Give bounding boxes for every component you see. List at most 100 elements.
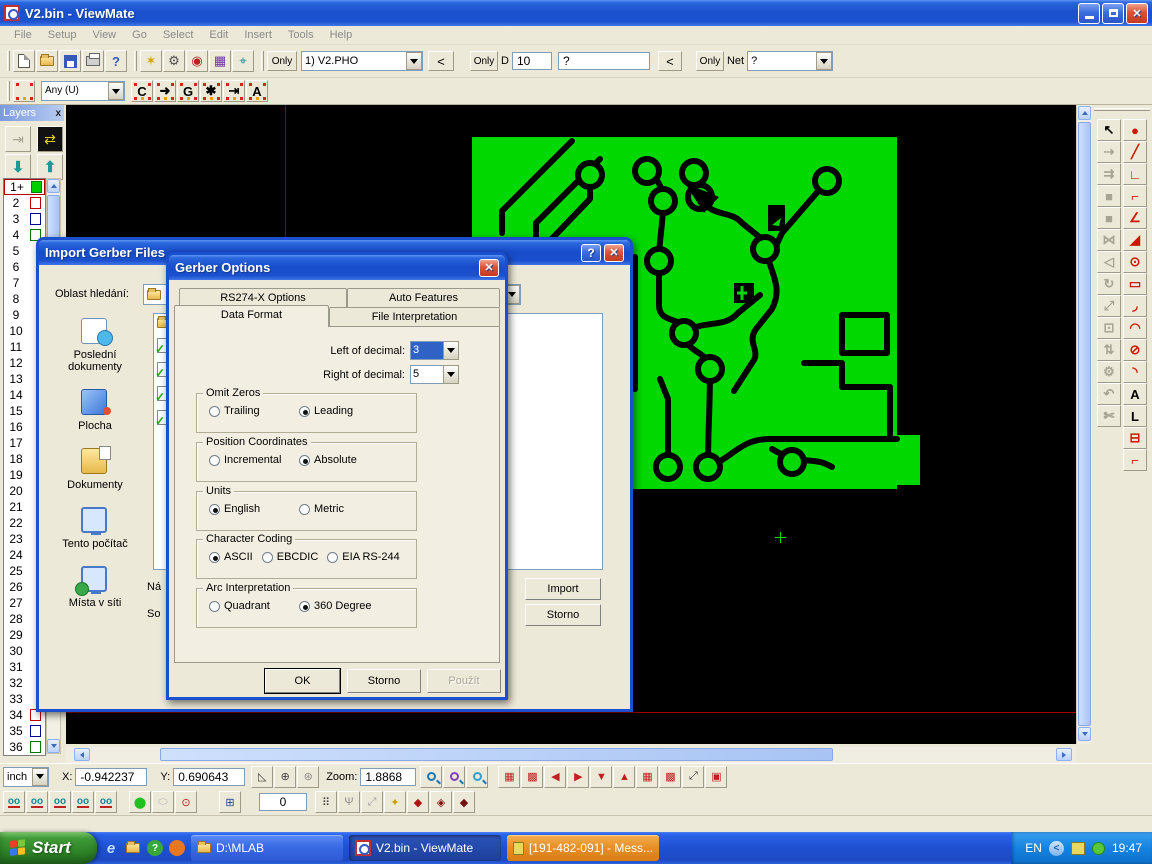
palette-grip[interactable] — [1094, 108, 1150, 111]
layer-color-swatch[interactable] — [30, 741, 41, 753]
layer-row-1[interactable]: 1+ — [4, 179, 45, 195]
right-of-decimal-combo[interactable]: 5 — [410, 365, 459, 384]
menu-file[interactable]: File — [6, 27, 40, 43]
select-traverse-button[interactable]: ➜ — [154, 80, 176, 102]
left-of-decimal-combo[interactable]: 3 — [410, 341, 459, 360]
menu-tools[interactable]: Tools — [280, 27, 322, 43]
insert-corner-button[interactable]: ⌐ — [1123, 185, 1147, 207]
insert-ellipse-arc-button[interactable]: ⊘ — [1123, 339, 1147, 361]
task-viewmate[interactable]: V2.bin - ViewMate — [349, 835, 501, 861]
layer-row-36[interactable]: 36 — [4, 739, 45, 755]
grid-add-button[interactable]: ▦ — [636, 766, 658, 788]
tab-file-interpretation[interactable]: File Interpretation — [329, 307, 500, 326]
pan-right-button[interactable]: ▶ — [567, 766, 589, 788]
chevron-down-icon[interactable] — [32, 768, 48, 786]
menu-go[interactable]: Go — [124, 27, 155, 43]
radio-icon[interactable] — [299, 504, 310, 515]
scroll-up-icon[interactable] — [47, 179, 60, 193]
radio-icon[interactable] — [327, 552, 338, 563]
radio-leading[interactable]: Leading — [299, 405, 353, 417]
pan-left-button[interactable]: ◀ — [544, 766, 566, 788]
only-dcode-button[interactable]: Only — [470, 51, 498, 71]
lamp-off-button[interactable]: ⬭ — [152, 791, 174, 813]
insert-line-button[interactable]: ╱ — [1123, 141, 1147, 163]
place-documents[interactable]: Dokumenty — [47, 446, 143, 491]
place-desktop[interactable]: Plocha — [47, 387, 143, 432]
language-indicator[interactable]: EN — [1025, 841, 1042, 855]
radio-quadrant[interactable]: Quadrant — [209, 600, 299, 612]
insert-pad-button[interactable]: ● — [1123, 119, 1147, 141]
menu-insert[interactable]: Insert — [236, 27, 280, 43]
insert-label-button[interactable]: L — [1123, 405, 1147, 427]
quicklaunch-firefox[interactable] — [169, 840, 185, 856]
stretch-button[interactable]: ⤢ — [361, 791, 383, 813]
highlight-flash-button[interactable]: ✶ — [140, 50, 162, 72]
previous-dcode-button[interactable]: < — [658, 51, 682, 71]
pan-up-button[interactable]: ▲ — [613, 766, 635, 788]
radio-icon[interactable] — [262, 552, 273, 563]
chevron-down-icon[interactable] — [443, 341, 459, 360]
select-text-button[interactable]: A — [246, 80, 268, 102]
select-extents-button[interactable]: ▣ — [705, 766, 727, 788]
toolbar-grip[interactable] — [7, 81, 10, 101]
quicklaunch-explorer[interactable] — [125, 840, 141, 856]
save-button[interactable] — [59, 50, 81, 72]
toolbar-grip[interactable] — [261, 51, 264, 71]
chevron-down-icon[interactable] — [443, 365, 459, 384]
radio-icon[interactable] — [209, 406, 220, 417]
open-file-button[interactable] — [36, 50, 58, 72]
insert-circle-button[interactable]: ⊙ — [1123, 251, 1147, 273]
film-colors-button[interactable]: ▦ — [209, 50, 231, 72]
quicklaunch-help[interactable]: ? — [147, 840, 163, 856]
canvas-vscrollbar[interactable] — [1076, 105, 1092, 744]
layer-color-swatch[interactable] — [30, 213, 41, 225]
import-cancel-button[interactable]: Storno — [525, 604, 601, 626]
pad-mixed-button[interactable]: ◆ — [453, 791, 475, 813]
radio-icon[interactable] — [209, 601, 220, 612]
scroll-left-icon[interactable] — [74, 748, 90, 761]
scrollbar-thumb[interactable] — [160, 748, 833, 761]
insert-curve-button[interactable]: ◝ — [1123, 361, 1147, 383]
dialog-help-icon[interactable]: ? — [581, 244, 601, 262]
print-button[interactable] — [82, 50, 104, 72]
select-flash-button[interactable]: ✱ — [200, 80, 222, 102]
pad-flash-button[interactable]: ✦ — [384, 791, 406, 813]
import-button[interactable]: Import — [525, 578, 601, 600]
gerber-options-titlebar[interactable]: Gerber Options ✕ — [169, 255, 505, 280]
net-query-combo[interactable]: ? — [747, 51, 833, 71]
view-all-button[interactable]: oo — [3, 791, 25, 813]
lamp-outline-button[interactable]: ⊙ — [175, 791, 197, 813]
tab-data-format[interactable]: Data Format — [174, 305, 329, 327]
layer-color-swatch[interactable] — [30, 197, 41, 209]
menu-select[interactable]: Select — [155, 27, 202, 43]
pad-ghost-button[interactable]: ◈ — [430, 791, 452, 813]
zoom-tool-button[interactable] — [420, 766, 442, 788]
radio-ascii[interactable]: ASCII — [209, 551, 253, 563]
tray-notes-icon[interactable] — [1071, 842, 1085, 855]
zoom-selection-button[interactable] — [466, 766, 488, 788]
layers-panel-titlebar[interactable]: Layers x — [0, 105, 64, 121]
layer-move-up-button[interactable]: ⬆ — [37, 154, 63, 180]
task-dmlab[interactable]: D:\MLAB — [191, 835, 343, 861]
radio-english[interactable]: English — [209, 503, 299, 515]
layer-color-swatch[interactable] — [30, 725, 41, 737]
snap-grid-button[interactable]: ⠿ — [315, 791, 337, 813]
quicklaunch-ie[interactable]: e — [103, 840, 119, 856]
radio-absolute[interactable]: Absolute — [299, 454, 357, 466]
only-layer-button[interactable]: Only — [267, 51, 297, 71]
tile-windows-button[interactable]: ⊞ — [219, 791, 241, 813]
units-combo[interactable]: inch — [3, 767, 49, 787]
radio-metric[interactable]: Metric — [299, 503, 344, 515]
scrollbar-thumb[interactable] — [1078, 122, 1091, 726]
ok-button[interactable]: OK — [265, 669, 340, 693]
close-button[interactable]: ✕ — [1126, 3, 1148, 24]
radio-icon[interactable] — [299, 406, 310, 417]
tab-auto-features[interactable]: Auto Features — [347, 288, 500, 307]
pad-solid-button[interactable]: ◆ — [407, 791, 429, 813]
scroll-down-icon[interactable] — [47, 739, 60, 753]
radio-icon[interactable] — [209, 504, 220, 515]
previous-layer-button[interactable]: < — [428, 51, 454, 71]
tray-messenger-icon[interactable] — [1092, 842, 1105, 855]
active-layer-combo[interactable]: 1) V2.PHO — [301, 51, 423, 71]
insert-triangle-button[interactable]: ◢ — [1123, 229, 1147, 251]
